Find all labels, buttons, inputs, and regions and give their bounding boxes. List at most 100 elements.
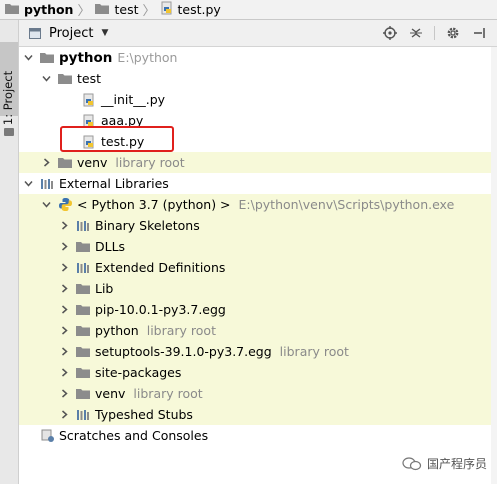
- project-panel-title[interactable]: Project: [49, 26, 93, 41]
- tree-label: setuptools-39.1.0-py3.7.egg: [95, 344, 272, 359]
- scratches-icon: [39, 428, 55, 444]
- tree-row-test[interactable]: test: [19, 68, 492, 89]
- chat-bubble-icon: [402, 456, 422, 470]
- python-file-icon: [81, 92, 97, 108]
- tree-row-python-sdk[interactable]: < Python 3.7 (python) > E:\python\venv\S…: [19, 194, 492, 215]
- library-icon: [75, 407, 91, 423]
- folder-icon: [39, 50, 55, 66]
- tree-label: Typeshed Stubs: [95, 407, 193, 422]
- library-icon: [75, 218, 91, 234]
- chevron-right-icon[interactable]: [60, 305, 69, 314]
- tree-label: < Python 3.7 (python) >: [77, 197, 231, 212]
- chevron-right-icon[interactable]: [60, 368, 69, 377]
- python-logo-icon: [57, 197, 73, 213]
- breadcrumb-item-test[interactable]: test: [94, 0, 139, 19]
- tree-row-sdk-child[interactable]: DLLs: [19, 236, 492, 257]
- library-icon: [39, 176, 55, 192]
- tree-row-sdk-child[interactable]: setuptools-39.1.0-py3.7.egg library root: [19, 341, 492, 362]
- chevron-right-icon[interactable]: [60, 242, 69, 251]
- breadcrumb: python 〉 test 〉 test.py: [0, 0, 497, 20]
- toolbar-separator: [434, 26, 435, 40]
- tree-label: venv: [77, 155, 108, 170]
- project-tool-tab-label: 1: Project: [1, 70, 15, 126]
- folder-icon: [75, 344, 91, 360]
- chevron-down-icon[interactable]: [24, 53, 33, 62]
- tree-row-external-libraries[interactable]: External Libraries: [19, 173, 492, 194]
- collapse-icon[interactable]: [408, 25, 424, 41]
- tool-window-strip: 1: Project: [0, 20, 19, 484]
- hide-icon[interactable]: [471, 25, 487, 41]
- tree-label: test: [77, 71, 102, 86]
- folder-icon: [75, 239, 91, 255]
- breadcrumb-separator: 〉: [142, 4, 156, 19]
- project-tool-tab[interactable]: 1: Project: [0, 42, 18, 136]
- tree-row-sdk-child[interactable]: Extended Definitions: [19, 257, 492, 278]
- chevron-down-icon[interactable]: [24, 179, 33, 188]
- tree-row-sdk-child[interactable]: site-packages: [19, 362, 492, 383]
- tree-label: External Libraries: [59, 176, 169, 191]
- tree-label: DLLs: [95, 239, 126, 254]
- library-root-note: library root: [115, 155, 185, 170]
- library-root-note: library root: [279, 344, 349, 359]
- chevron-right-icon[interactable]: [60, 263, 69, 272]
- folder-icon: [4, 128, 14, 136]
- annotation-highlight-box: [60, 126, 174, 152]
- tree-label: venv: [95, 386, 126, 401]
- chevron-right-icon[interactable]: [60, 326, 69, 335]
- folder-icon: [75, 386, 91, 402]
- folder-icon: [94, 2, 110, 18]
- library-icon: [75, 260, 91, 276]
- folder-icon: [4, 2, 20, 18]
- chevron-right-icon[interactable]: [60, 221, 69, 230]
- tree-row-sdk-child[interactable]: Typeshed Stubs: [19, 404, 492, 425]
- gear-icon[interactable]: [445, 25, 461, 41]
- tree-row-root[interactable]: python E:\python: [19, 47, 492, 68]
- folder-icon: [75, 281, 91, 297]
- target-icon[interactable]: [382, 25, 398, 41]
- chevron-down-icon[interactable]: [42, 74, 51, 83]
- tree-row-sdk-child[interactable]: pip-10.0.1-py3.7.egg: [19, 299, 492, 320]
- tree-row-sdk-child[interactable]: venv library root: [19, 383, 492, 404]
- chevron-right-icon[interactable]: [60, 410, 69, 419]
- tree-row-sdk-child[interactable]: Binary Skeletons: [19, 215, 492, 236]
- folder-icon: [75, 323, 91, 339]
- tree-row-file[interactable]: __init__.py: [19, 89, 492, 110]
- watermark-text: 国产程序员: [426, 457, 487, 471]
- breadcrumb-item-python[interactable]: python: [4, 0, 73, 19]
- vertical-scrollbar[interactable]: [491, 47, 497, 484]
- chevron-right-icon[interactable]: [60, 347, 69, 356]
- python-file-icon: [160, 1, 174, 18]
- breadcrumb-label: python: [24, 2, 74, 17]
- chevron-right-icon[interactable]: [60, 389, 69, 398]
- tree-row-sdk-child[interactable]: python library root: [19, 320, 492, 341]
- tree-label: python: [59, 49, 113, 66]
- breadcrumb-label: test.py: [177, 2, 221, 17]
- chevron-right-icon[interactable]: [42, 158, 51, 167]
- tree-label: Lib: [95, 281, 114, 296]
- chevron-down-icon[interactable]: ▼: [101, 28, 108, 38]
- tree-row-venv[interactable]: venv library root: [19, 152, 492, 173]
- folder-icon: [75, 302, 91, 318]
- tree-label: Extended Definitions: [95, 260, 226, 275]
- library-root-note: library root: [146, 323, 216, 338]
- project-view-icon: [29, 27, 41, 39]
- tree-label: site-packages: [95, 365, 182, 380]
- tree-row-sdk-child[interactable]: Lib: [19, 278, 492, 299]
- tree-label: Binary Skeletons: [95, 218, 200, 233]
- folder-icon: [75, 365, 91, 381]
- project-panel-header: Project ▼: [19, 20, 497, 47]
- breadcrumb-label: test: [114, 2, 139, 17]
- breadcrumb-item-test-py[interactable]: test.py: [160, 0, 221, 19]
- breadcrumb-separator: 〉: [77, 4, 91, 19]
- tree-row-scratches[interactable]: Scratches and Consoles: [19, 425, 492, 446]
- tree-path: E:\python: [117, 50, 178, 65]
- chevron-right-icon[interactable]: [60, 284, 69, 293]
- tree-label: python: [95, 323, 139, 338]
- watermark: 国产程序员: [402, 455, 487, 472]
- tree-label: Scratches and Consoles: [59, 428, 209, 443]
- chevron-down-icon[interactable]: [42, 200, 51, 209]
- sdk-path: E:\python\venv\Scripts\python.exe: [238, 197, 455, 212]
- project-tree: python E:\python test __init__.py aaa.py…: [19, 47, 497, 484]
- library-root-note: library root: [133, 386, 203, 401]
- folder-icon: [57, 155, 73, 171]
